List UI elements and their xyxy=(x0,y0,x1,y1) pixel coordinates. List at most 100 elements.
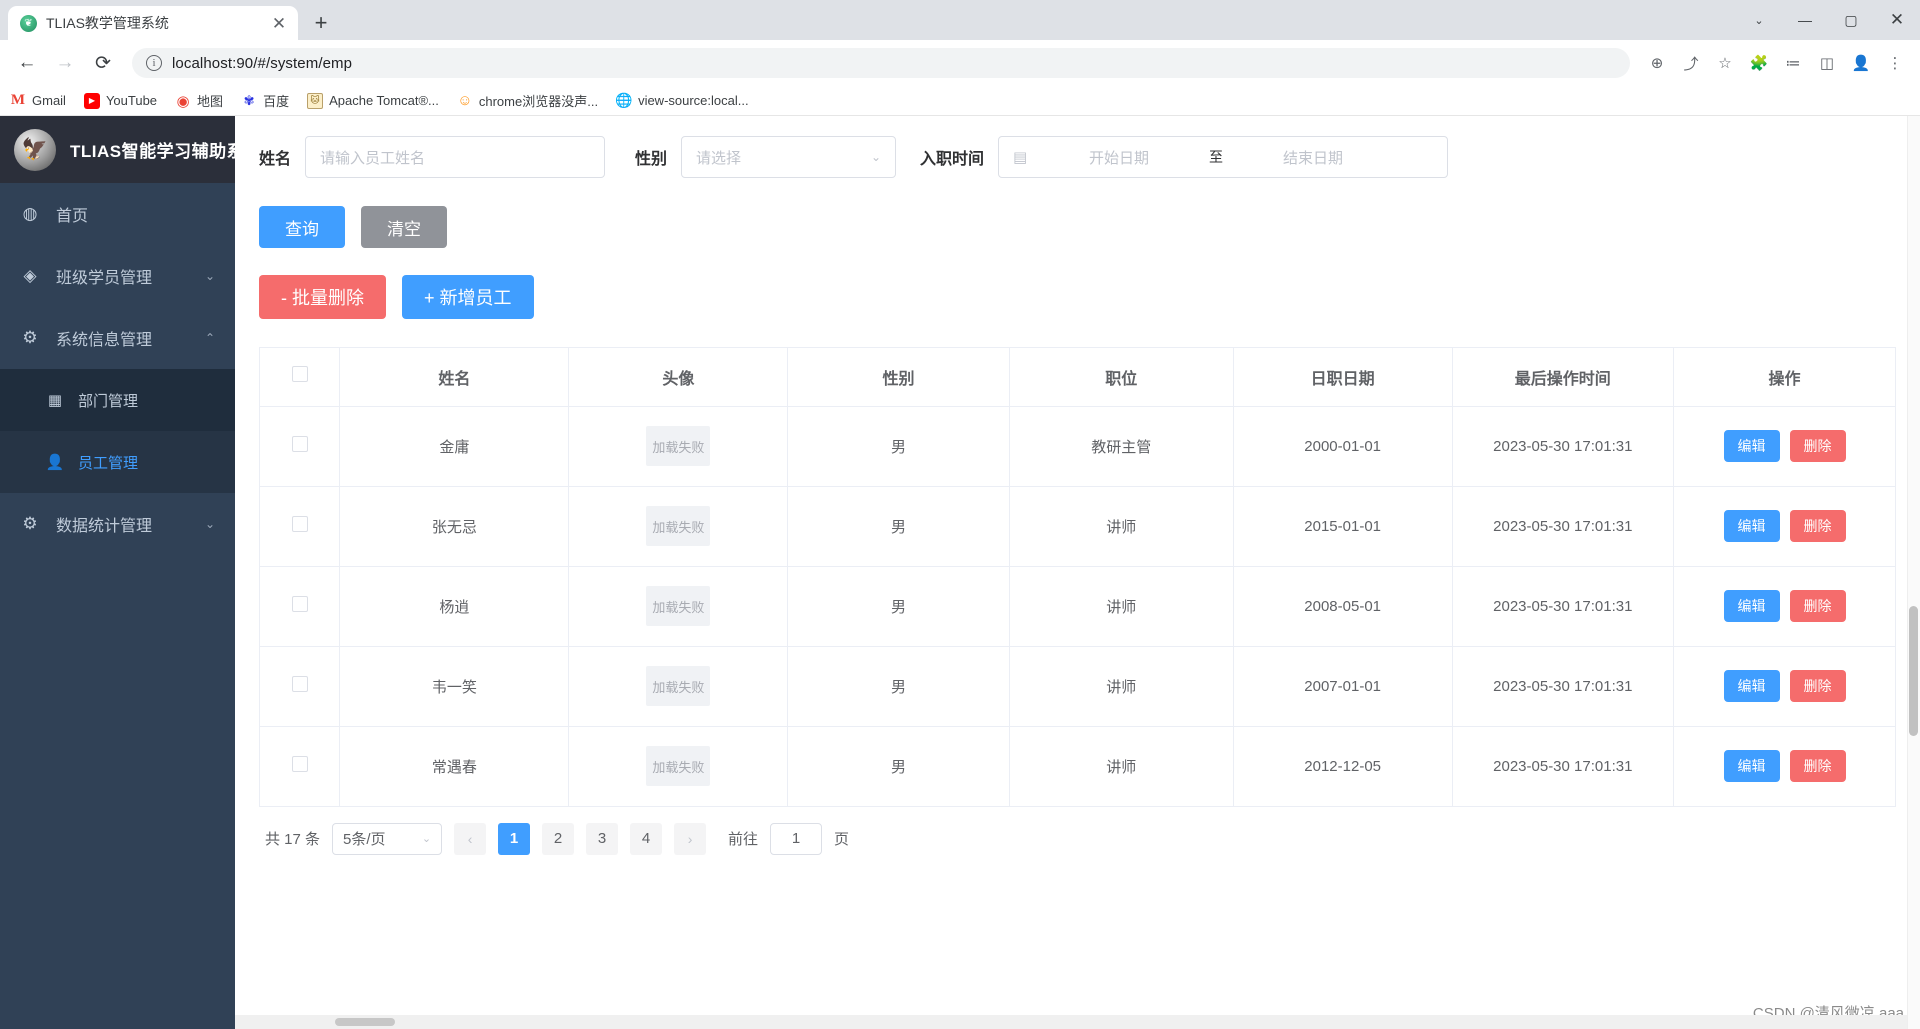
cell-gender: 男 xyxy=(787,646,1010,727)
cell-operations: 编辑 删除 xyxy=(1673,646,1895,727)
cell-operations: 编辑 删除 xyxy=(1673,486,1895,567)
select-all-checkbox[interactable] xyxy=(291,366,308,383)
gender-select[interactable]: 请选择 ⌄ xyxy=(681,136,897,178)
row-checkbox[interactable] xyxy=(291,436,308,452)
search-form: 姓名 请输入员工姓名 性别 请选择 ⌄ 入职时间 ▤ 开始日期 至 结束日期 xyxy=(259,134,1896,178)
page-button-2[interactable]: 2 xyxy=(542,822,575,855)
bookmark-label: Apache Tomcat®... xyxy=(329,93,439,108)
page-button-4[interactable]: 4 xyxy=(630,822,663,855)
cell-operations: 编辑 删除 xyxy=(1673,406,1895,487)
page-viewport: 🦅 TLIAS智能学习辅助系统 ◍ 首页 ◈ 班级学员管理 ⌄ ⚙ 系统信息管理… xyxy=(0,116,1920,1029)
horizontal-scroll-thumb[interactable] xyxy=(335,1018,395,1026)
page-button-1[interactable]: 1 xyxy=(498,822,531,855)
bookmark-maps[interactable]: ◉ 地图 xyxy=(175,91,224,110)
minimize-button[interactable]: — xyxy=(1782,0,1828,40)
sidebar-item-home[interactable]: ◍ 首页 xyxy=(0,183,235,245)
cell-operations: 编辑 删除 xyxy=(1673,566,1895,647)
bookmark-baidu[interactable]: ✾ 百度 xyxy=(241,91,289,110)
bookmark-chrome-sound[interactable]: ☺ chrome浏览器没声... xyxy=(457,91,598,110)
vertical-scrollbar[interactable] xyxy=(1907,116,1920,1029)
bookmark-gmail[interactable]: M Gmail xyxy=(10,92,66,109)
prev-page-button[interactable]: ‹ xyxy=(454,822,487,855)
delete-button[interactable]: 删除 xyxy=(1789,750,1846,782)
reload-icon[interactable]: ⟳ xyxy=(86,46,120,80)
delete-button[interactable]: 删除 xyxy=(1789,670,1846,702)
side-panel-icon[interactable]: ◫ xyxy=(1812,48,1842,78)
next-page-button[interactable]: › xyxy=(674,822,707,855)
close-window-button[interactable]: ✕ xyxy=(1874,0,1920,40)
row-checkbox[interactable] xyxy=(291,596,308,612)
extensions-icon[interactable]: 🧩 xyxy=(1744,48,1774,78)
jump-suffix-label: 页 xyxy=(834,831,850,848)
globe-icon: 🌐 xyxy=(615,92,633,108)
row-checkbox[interactable] xyxy=(291,756,308,772)
horizontal-scrollbar[interactable] xyxy=(235,1015,1920,1029)
gmail-icon: M xyxy=(10,92,26,108)
sidebar-item-employee[interactable]: 👤 员工管理 xyxy=(0,431,235,493)
search-button[interactable]: 查询 xyxy=(259,206,345,248)
edit-button[interactable]: 编辑 xyxy=(1723,750,1780,782)
batch-delete-button[interactable]: - 批量删除 xyxy=(259,275,386,319)
bookmark-view-source[interactable]: 🌐 view-source:local... xyxy=(615,92,749,109)
sidebar-item-statistics[interactable]: ⚙ 数据统计管理 ⌄ xyxy=(0,493,235,555)
bookmark-youtube[interactable]: ▶ YouTube xyxy=(83,92,157,109)
profile-icon[interactable]: 👤 xyxy=(1846,48,1876,78)
cell-gender: 男 xyxy=(787,726,1010,807)
forward-icon[interactable]: → xyxy=(48,46,82,80)
employee-table: 姓名 头像 性别 职位 日职日期 最后操作时间 操作 金庸 加载失败 男 教研主… xyxy=(259,347,1896,807)
chevron-down-icon: ⌄ xyxy=(870,150,882,164)
address-bar[interactable]: i localhost:90/#/system/emp xyxy=(132,48,1630,78)
page-button-3[interactable]: 3 xyxy=(586,822,619,855)
site-info-icon[interactable]: i xyxy=(146,55,162,71)
row-select-cell xyxy=(260,646,341,727)
page-size-select[interactable]: 5条/页 ⌄ xyxy=(332,822,443,855)
edit-button[interactable]: 编辑 xyxy=(1723,510,1780,542)
cell-position: 讲师 xyxy=(1009,566,1234,647)
tlias-logo-icon: 🦅 xyxy=(14,128,56,171)
menu-icon[interactable]: ⋮ xyxy=(1880,48,1910,78)
cell-name: 韦一笑 xyxy=(339,646,570,727)
edit-button[interactable]: 编辑 xyxy=(1723,590,1780,622)
select-all-header xyxy=(260,348,341,407)
cell-name: 常遇春 xyxy=(339,726,570,807)
delete-button[interactable]: 删除 xyxy=(1789,590,1846,622)
zoom-icon[interactable]: ⊕ xyxy=(1642,48,1672,78)
star-icon[interactable]: ☆ xyxy=(1710,48,1740,78)
table-body: 金庸 加载失败 男 教研主管 2000-01-01 2023-05-30 17:… xyxy=(260,406,1895,807)
close-tab-icon[interactable]: ✕ xyxy=(268,15,290,32)
delete-button[interactable]: 删除 xyxy=(1789,510,1846,542)
jump-page-input[interactable]: 1 xyxy=(770,822,823,855)
vertical-scroll-thumb[interactable] xyxy=(1909,606,1918,736)
back-icon[interactable]: ← xyxy=(10,46,44,80)
delete-button[interactable]: 删除 xyxy=(1789,430,1846,462)
employee-name-input[interactable]: 请输入员工姓名 xyxy=(305,136,606,178)
address-bar-url: localhost:90/#/system/emp xyxy=(172,54,353,72)
clear-button[interactable]: 清空 xyxy=(361,206,447,248)
new-tab-button[interactable]: + xyxy=(304,6,338,40)
bookmark-label: view-source:local... xyxy=(638,93,749,108)
row-checkbox[interactable] xyxy=(291,516,308,532)
avatar-placeholder: 加载失败 xyxy=(646,426,711,466)
bookmark-tomcat[interactable]: 🐱 Apache Tomcat®... xyxy=(307,92,439,109)
sidebar-item-department[interactable]: ▦ 部门管理 xyxy=(0,369,235,431)
row-checkbox[interactable] xyxy=(291,676,308,692)
column-header-updated: 最后操作时间 xyxy=(1452,348,1675,407)
cell-hire-date: 2015-01-01 xyxy=(1233,486,1453,567)
hire-date-range-picker[interactable]: ▤ 开始日期 至 结束日期 xyxy=(998,136,1449,178)
sidebar-item-class-student[interactable]: ◈ 班级学员管理 ⌄ xyxy=(0,245,235,307)
start-date-input[interactable]: 开始日期 xyxy=(1039,147,1199,168)
add-employee-button[interactable]: + 新增员工 xyxy=(402,275,534,319)
reading-list-icon[interactable]: ≔ xyxy=(1778,48,1808,78)
maximize-button[interactable]: ▢ xyxy=(1828,0,1874,40)
end-date-input[interactable]: 结束日期 xyxy=(1233,147,1393,168)
share-icon[interactable]: ⤴ xyxy=(1676,48,1706,78)
sidebar-submenu: ▦ 部门管理 👤 员工管理 xyxy=(0,369,235,493)
edit-button[interactable]: 编辑 xyxy=(1723,430,1780,462)
browser-tab[interactable]: ❦ TLIAS教学管理系统 ✕ xyxy=(8,6,298,40)
row-select-cell xyxy=(260,566,341,647)
cell-hire-date: 2008-05-01 xyxy=(1233,566,1453,647)
edit-button[interactable]: 编辑 xyxy=(1723,670,1780,702)
cell-position: 讲师 xyxy=(1009,726,1234,807)
sidebar-item-system-info[interactable]: ⚙ 系统信息管理 ⌃ xyxy=(0,307,235,369)
tab-search-icon[interactable]: ⌄ xyxy=(1736,0,1782,40)
